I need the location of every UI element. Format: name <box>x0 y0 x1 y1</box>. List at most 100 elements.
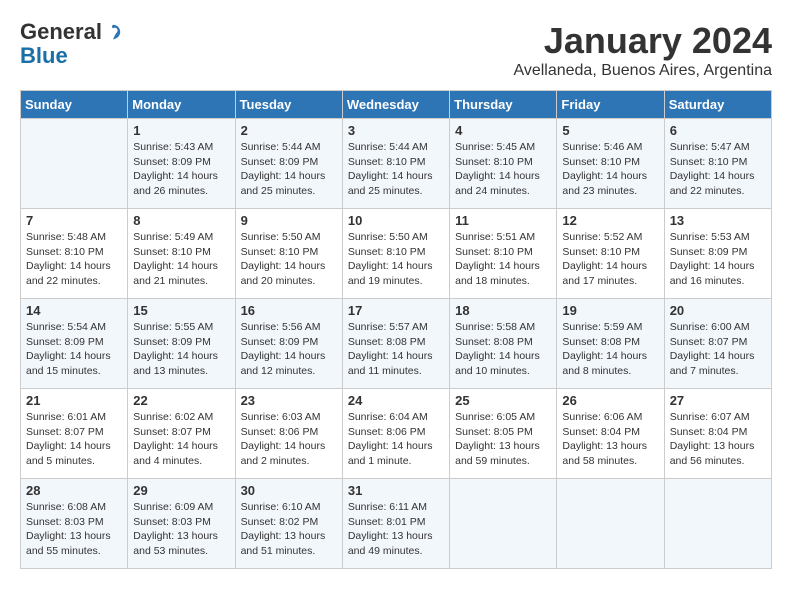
day-info: Sunrise: 5:55 AMSunset: 8:09 PMDaylight:… <box>133 320 229 379</box>
calendar-subtitle: Avellaneda, Buenos Aires, Argentina <box>513 62 772 80</box>
calendar-cell: 13 Sunrise: 5:53 AMSunset: 8:09 PMDayligh… <box>664 209 771 299</box>
day-number: 3 <box>348 123 444 138</box>
calendar-week-row: 28Sunrise: 6:08 AMSunset: 8:03 PMDayligh… <box>21 479 772 569</box>
day-number: 23 <box>241 393 337 408</box>
col-sunday: Sunday <box>21 91 128 119</box>
calendar-cell: 19Sunrise: 5:59 AMSunset: 8:08 PMDayligh… <box>557 299 664 389</box>
day-number: 20 <box>670 303 766 318</box>
day-info: Sunrise: 5:51 AMSunset: 8:10 PMDaylight:… <box>455 230 551 289</box>
col-tuesday: Tuesday <box>235 91 342 119</box>
header-row: Sunday Monday Tuesday Wednesday Thursday… <box>21 91 772 119</box>
calendar-week-row: 7Sunrise: 5:48 AMSunset: 8:10 PMDaylight… <box>21 209 772 299</box>
calendar-week-row: 21 Sunrise: 6:01 AMSunset: 8:07 PMDayligh… <box>21 389 772 479</box>
calendar-cell <box>664 479 771 569</box>
day-info: Sunrise: 6:04 AMSunset: 8:06 PMDaylight:… <box>348 410 444 469</box>
day-info: Sunrise: 6:00 AMSunset: 8:07 PMDaylight:… <box>670 320 766 379</box>
day-info: Sunrise: 5:53 AMSunset: 8:09 PMDaylight:… <box>670 230 766 289</box>
day-number: 14 <box>26 303 122 318</box>
day-info: Sunrise: 5:45 AMSunset: 8:10 PMDaylight:… <box>455 140 551 199</box>
logo: General Blue <box>20 20 122 68</box>
day-number: 7 <box>26 213 122 228</box>
day-info: Sunrise: 6:01 AMSunset: 8:07 PMDaylight:… <box>26 410 122 469</box>
day-info: Sunrise: 6:09 AMSunset: 8:03 PMDaylight:… <box>133 500 229 559</box>
col-wednesday: Wednesday <box>342 91 449 119</box>
day-number: 12 <box>562 213 658 228</box>
logo-bird-icon <box>104 23 122 41</box>
day-number: 29 <box>133 483 229 498</box>
calendar-cell: 27 Sunrise: 6:07 AMSunset: 8:04 PMDayligh… <box>664 389 771 479</box>
day-info: Sunrise: 5:47 AMSunset: 8:10 PMDaylight:… <box>670 140 766 199</box>
day-info: Sunrise: 5:50 AMSunset: 8:10 PMDaylight:… <box>348 230 444 289</box>
day-info: Sunrise: 6:07 AMSunset: 8:04 PMDaylight:… <box>670 410 766 469</box>
day-number: 5 <box>562 123 658 138</box>
day-info: Sunrise: 5:57 AMSunset: 8:08 PMDaylight:… <box>348 320 444 379</box>
day-number: 26 <box>562 393 658 408</box>
calendar-cell: 8 Sunrise: 5:49 AMSunset: 8:10 PMDaylight… <box>128 209 235 299</box>
day-number: 17 <box>348 303 444 318</box>
calendar-cell: 5 Sunrise: 5:46 AMSunset: 8:10 PMDaylight… <box>557 119 664 209</box>
day-number: 8 <box>133 213 229 228</box>
calendar-cell: 1Sunrise: 5:43 AMSunset: 8:09 PMDaylight… <box>128 119 235 209</box>
day-number: 21 <box>26 393 122 408</box>
day-number: 25 <box>455 393 551 408</box>
day-number: 28 <box>26 483 122 498</box>
calendar-cell <box>450 479 557 569</box>
calendar-cell: 17 Sunrise: 5:57 AMSunset: 8:08 PMDayligh… <box>342 299 449 389</box>
title-section: January 2024 Avellaneda, Buenos Aires, A… <box>513 20 772 80</box>
col-saturday: Saturday <box>664 91 771 119</box>
day-number: 27 <box>670 393 766 408</box>
day-info: Sunrise: 6:02 AMSunset: 8:07 PMDaylight:… <box>133 410 229 469</box>
day-number: 16 <box>241 303 337 318</box>
day-number: 22 <box>133 393 229 408</box>
day-number: 18 <box>455 303 551 318</box>
day-info: Sunrise: 6:03 AMSunset: 8:06 PMDaylight:… <box>241 410 337 469</box>
calendar-title: January 2024 <box>513 20 772 62</box>
calendar-cell: 10 Sunrise: 5:50 AMSunset: 8:10 PMDayligh… <box>342 209 449 299</box>
day-info: Sunrise: 6:06 AMSunset: 8:04 PMDaylight:… <box>562 410 658 469</box>
calendar-cell: 21 Sunrise: 6:01 AMSunset: 8:07 PMDayligh… <box>21 389 128 479</box>
day-number: 10 <box>348 213 444 228</box>
calendar-cell: 15 Sunrise: 5:55 AMSunset: 8:09 PMDayligh… <box>128 299 235 389</box>
calendar-cell: 30 Sunrise: 6:10 AMSunset: 8:02 PMDayligh… <box>235 479 342 569</box>
col-monday: Monday <box>128 91 235 119</box>
calendar-cell: 12 Sunrise: 5:52 AMSunset: 8:10 PMDayligh… <box>557 209 664 299</box>
day-info: Sunrise: 5:58 AMSunset: 8:08 PMDaylight:… <box>455 320 551 379</box>
calendar-cell: 6Sunrise: 5:47 AMSunset: 8:10 PMDaylight… <box>664 119 771 209</box>
day-info: Sunrise: 5:46 AMSunset: 8:10 PMDaylight:… <box>562 140 658 199</box>
day-info: Sunrise: 5:44 AMSunset: 8:09 PMDaylight:… <box>241 140 337 199</box>
day-info: Sunrise: 5:56 AMSunset: 8:09 PMDaylight:… <box>241 320 337 379</box>
calendar-cell: 26 Sunrise: 6:06 AMSunset: 8:04 PMDayligh… <box>557 389 664 479</box>
calendar-cell <box>21 119 128 209</box>
day-info: Sunrise: 5:52 AMSunset: 8:10 PMDaylight:… <box>562 230 658 289</box>
day-info: Sunrise: 5:49 AMSunset: 8:10 PMDaylight:… <box>133 230 229 289</box>
col-friday: Friday <box>557 91 664 119</box>
day-info: Sunrise: 5:50 AMSunset: 8:10 PMDaylight:… <box>241 230 337 289</box>
day-info: Sunrise: 6:10 AMSunset: 8:02 PMDaylight:… <box>241 500 337 559</box>
calendar-cell: 7Sunrise: 5:48 AMSunset: 8:10 PMDaylight… <box>21 209 128 299</box>
header: General Blue January 2024 Avellaneda, Bu… <box>20 20 772 80</box>
day-number: 15 <box>133 303 229 318</box>
day-number: 13 <box>670 213 766 228</box>
calendar-cell: 25 Sunrise: 6:05 AMSunset: 8:05 PMDayligh… <box>450 389 557 479</box>
day-number: 30 <box>241 483 337 498</box>
calendar-cell: 3Sunrise: 5:44 AMSunset: 8:10 PMDaylight… <box>342 119 449 209</box>
calendar-cell: 22 Sunrise: 6:02 AMSunset: 8:07 PMDayligh… <box>128 389 235 479</box>
calendar-cell: 31Sunrise: 6:11 AMSunset: 8:01 PMDayligh… <box>342 479 449 569</box>
day-info: Sunrise: 6:05 AMSunset: 8:05 PMDaylight:… <box>455 410 551 469</box>
calendar-cell: 11Sunrise: 5:51 AMSunset: 8:10 PMDayligh… <box>450 209 557 299</box>
calendar-table: Sunday Monday Tuesday Wednesday Thursday… <box>20 90 772 569</box>
calendar-body: 1Sunrise: 5:43 AMSunset: 8:09 PMDaylight… <box>21 119 772 569</box>
day-number: 4 <box>455 123 551 138</box>
calendar-cell: 18 Sunrise: 5:58 AMSunset: 8:08 PMDayligh… <box>450 299 557 389</box>
calendar-cell: 2 Sunrise: 5:44 AMSunset: 8:09 PMDaylight… <box>235 119 342 209</box>
day-number: 9 <box>241 213 337 228</box>
calendar-cell: 24 Sunrise: 6:04 AMSunset: 8:06 PMDayligh… <box>342 389 449 479</box>
day-number: 2 <box>241 123 337 138</box>
calendar-cell <box>557 479 664 569</box>
day-number: 24 <box>348 393 444 408</box>
day-number: 31 <box>348 483 444 498</box>
day-number: 19 <box>562 303 658 318</box>
calendar-cell: 16 Sunrise: 5:56 AMSunset: 8:09 PMDayligh… <box>235 299 342 389</box>
calendar-cell: 29 Sunrise: 6:09 AMSunset: 8:03 PMDayligh… <box>128 479 235 569</box>
calendar-cell: 4 Sunrise: 5:45 AMSunset: 8:10 PMDaylight… <box>450 119 557 209</box>
